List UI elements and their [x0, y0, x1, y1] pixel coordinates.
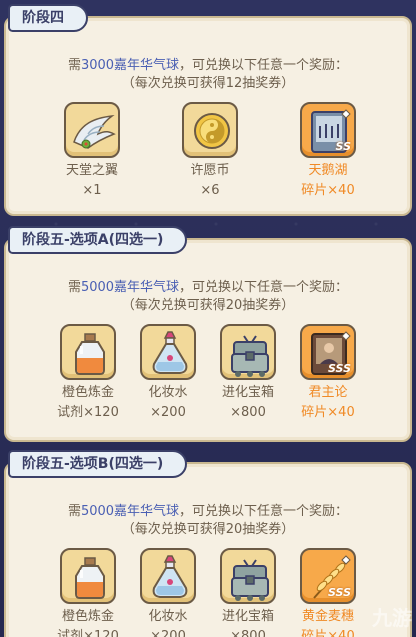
stage-5b-panel: 需5000嘉年华气球，可兑换以下任意一个奖励： （每次兑换可获得20抽奖券） 橙…: [4, 462, 412, 637]
wing-icon: [64, 102, 120, 158]
balloon-amount: 5000嘉年华气球: [80, 504, 180, 519]
monarch-card-icon: SSS: [300, 324, 356, 380]
reward-orange-alchemy-reagent[interactable]: 橙色炼金 试剂×120: [52, 548, 124, 637]
lotion-bottle-icon: [140, 548, 196, 604]
item-count: ×800: [230, 629, 266, 637]
requirement-suffix: ，可兑换以下任意一个奖励：: [179, 58, 349, 73]
item-name: 黄金麦穗: [301, 609, 354, 624]
orange-potion-icon: [60, 548, 116, 604]
stage-4-requirement: 需3000嘉年华气球，可兑换以下任意一个奖励：: [6, 54, 410, 73]
balloon-amount: 3000嘉年华气球: [80, 58, 180, 73]
reward-evolution-chest[interactable]: 进化宝箱 ×800: [212, 324, 284, 423]
evolution-chest-icon: [220, 324, 276, 380]
requirement-prefix: 需: [67, 504, 81, 519]
reward-wish-coin[interactable]: 许愿币 ×6: [174, 102, 246, 201]
reward-golden-wheat-fragment[interactable]: SSS 黄金麦穗 碎片×40: [292, 548, 364, 637]
stage-5b-section: 阶段五-选项B(四选一) 需5000嘉年华气球，可兑换以下任意一个奖励： （每次…: [4, 450, 412, 637]
requirement-suffix: ，可兑换以下任意一个奖励：: [179, 280, 349, 295]
reward-monarch-fragment[interactable]: SSS 君主论 碎片×40: [292, 324, 364, 423]
balloon-amount: 5000嘉年华气球: [80, 280, 180, 295]
item-name: 许愿币: [190, 163, 230, 178]
item-name: 橙色炼金: [61, 385, 114, 400]
lotion-bottle-icon: [140, 324, 196, 380]
stage-4-ticket-note: （每次兑换可获得12抽奖券）: [121, 76, 295, 91]
stage-5a-ticket-note: （每次兑换可获得20抽奖券）: [121, 298, 295, 313]
stage-5b-requirement: 需5000嘉年华气球，可兑换以下任意一个奖励：: [6, 500, 410, 519]
item-name: 化妆水: [148, 609, 188, 624]
stage-4-section: 阶段四 需3000嘉年华气球，可兑换以下任意一个奖励： （每次兑换可获得12抽奖…: [4, 4, 412, 216]
reward-orange-alchemy-reagent[interactable]: 橙色炼金 试剂×120: [52, 324, 124, 423]
item-count: 碎片×40: [301, 405, 355, 420]
sss-rank-badge: SSS: [328, 586, 351, 599]
item-name: 进化宝箱: [221, 385, 274, 400]
item-count: ×200: [150, 629, 186, 637]
sss-rank-badge: SSS: [328, 362, 351, 375]
reward-evolution-chest[interactable]: 进化宝箱 ×800: [212, 548, 284, 637]
item-count: 试剂×120: [57, 629, 119, 637]
item-name: 君主论: [308, 385, 348, 400]
item-count: 碎片×40: [301, 629, 355, 637]
reward-swan-lake-fragment[interactable]: SS 天鹅湖 碎片×40: [292, 102, 364, 201]
reward-lotion[interactable]: 化妆水 ×200: [132, 548, 204, 637]
stage-5a-tab: 阶段五-选项A(四选一): [8, 226, 188, 254]
reward-heaven-wing[interactable]: 天堂之翼 ×1: [56, 102, 128, 201]
stage-5b-ticket-note: （每次兑换可获得20抽奖券）: [121, 522, 295, 537]
stage-5a-section: 阶段五-选项A(四选一) 需5000嘉年华气球，可兑换以下任意一个奖励： （每次…: [4, 226, 412, 442]
golden-wheat-icon: SSS: [300, 548, 356, 604]
orange-potion-icon: [60, 324, 116, 380]
requirement-prefix: 需: [67, 280, 81, 295]
item-name: 天堂之翼: [65, 163, 118, 178]
item-name: 化妆水: [148, 385, 188, 400]
watermark-logo: 九游: [372, 606, 412, 630]
requirement-prefix: 需: [67, 58, 81, 73]
item-name: 天鹅湖: [308, 163, 348, 178]
item-name: 橙色炼金: [61, 609, 114, 624]
ss-rank-badge: SS: [335, 140, 351, 153]
item-count: 碎片×40: [301, 183, 355, 198]
item-count: ×6: [200, 183, 220, 198]
requirement-suffix: ，可兑换以下任意一个奖励：: [179, 504, 349, 519]
stage-4-panel: 需3000嘉年华气球，可兑换以下任意一个奖励： （每次兑换可获得12抽奖券） 天…: [4, 16, 412, 216]
stage-5a-requirement: 需5000嘉年华气球，可兑换以下任意一个奖励：: [6, 276, 410, 295]
item-count: 试剂×120: [57, 405, 119, 420]
item-count: ×1: [82, 183, 102, 198]
stage-4-tab: 阶段四: [8, 4, 88, 32]
item-name: 进化宝箱: [221, 609, 274, 624]
stage-5b-tab: 阶段五-选项B(四选一): [8, 450, 188, 478]
swan-lake-card-icon: SS: [300, 102, 356, 158]
item-count: ×800: [230, 405, 266, 420]
item-count: ×200: [150, 405, 186, 420]
stage-5a-panel: 需5000嘉年华气球，可兑换以下任意一个奖励： （每次兑换可获得20抽奖券） 橙…: [4, 238, 412, 442]
reward-lotion[interactable]: 化妆水 ×200: [132, 324, 204, 423]
yin-yang-coin-icon: [182, 102, 238, 158]
evolution-chest-icon: [220, 548, 276, 604]
